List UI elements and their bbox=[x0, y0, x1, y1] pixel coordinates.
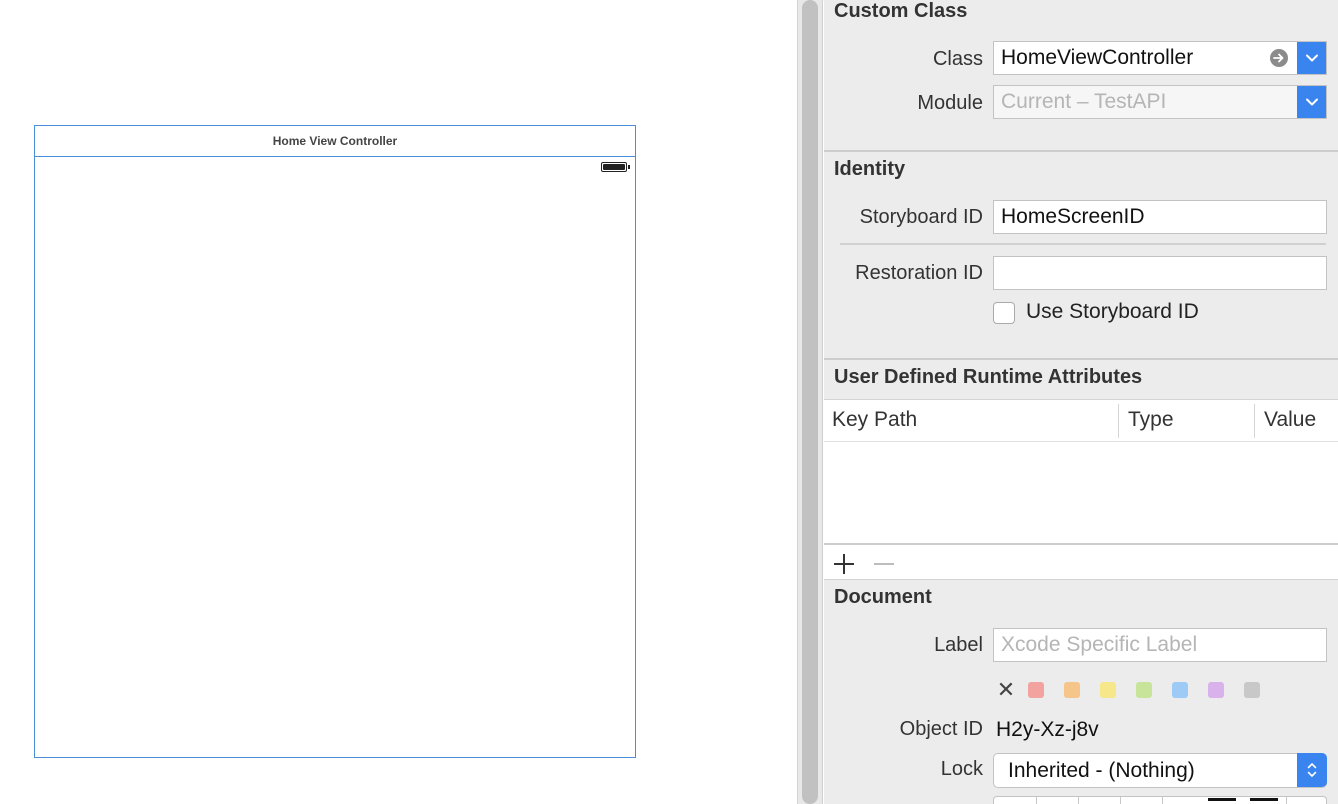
lock-value: Inherited - (Nothing) bbox=[1008, 759, 1195, 782]
xcode-label-field[interactable]: Xcode Specific Label bbox=[993, 628, 1327, 662]
lock-updown-chevron-icon bbox=[1297, 753, 1327, 787]
use-storyboard-id-label[interactable]: Use Storyboard ID bbox=[1026, 300, 1199, 324]
use-storyboard-id-checkbox[interactable] bbox=[993, 302, 1015, 324]
battery-icon bbox=[601, 162, 630, 172]
column-header-value[interactable]: Value bbox=[1264, 400, 1316, 442]
class-label: Class bbox=[932, 48, 983, 70]
split-view-divider[interactable] bbox=[797, 0, 823, 804]
lock-popup-button[interactable]: Inherited - (Nothing) bbox=[993, 753, 1327, 788]
object-id-value: H2y-Xz-j8v bbox=[996, 718, 1099, 741]
section-divider bbox=[824, 150, 1338, 152]
column-header-type[interactable]: Type bbox=[1128, 400, 1174, 442]
home-view-controller-scene[interactable]: Home View Controller bbox=[34, 125, 636, 758]
module-placeholder: Current – TestAPI bbox=[1001, 90, 1167, 113]
remove-attribute-minus-icon[interactable] bbox=[873, 553, 895, 575]
swatch-red[interactable] bbox=[1028, 682, 1044, 698]
restoration-id-field[interactable] bbox=[993, 256, 1327, 290]
add-attribute-plus-icon[interactable] bbox=[833, 553, 855, 575]
label-color-swatches: ✕ bbox=[996, 677, 1280, 702]
go-to-class-arrow-icon[interactable] bbox=[1270, 49, 1288, 67]
segmented-control-partial[interactable] bbox=[993, 796, 1327, 804]
runtime-attributes-table-body[interactable] bbox=[824, 442, 1338, 543]
runtime-attributes-heading: User Defined Runtime Attributes bbox=[834, 366, 1143, 388]
scene-title: Home View Controller bbox=[272, 134, 398, 148]
swatch-purple[interactable] bbox=[1208, 682, 1224, 698]
runtime-attributes-table-footer bbox=[824, 543, 1338, 579]
column-divider[interactable] bbox=[1254, 404, 1255, 438]
column-divider[interactable] bbox=[1118, 404, 1119, 438]
label-label: Label bbox=[934, 634, 983, 656]
swatch-gray[interactable] bbox=[1244, 682, 1260, 698]
scrollbar-thumb[interactable] bbox=[802, 0, 818, 804]
identity-separator bbox=[840, 243, 1326, 245]
clear-color-x-icon[interactable]: ✕ bbox=[996, 677, 1016, 702]
class-dropdown-chevron-icon[interactable] bbox=[1297, 42, 1326, 74]
section-divider bbox=[824, 579, 1338, 580]
runtime-attributes-table-header: Key Path Type Value bbox=[824, 399, 1338, 442]
swatch-blue[interactable] bbox=[1172, 682, 1188, 698]
object-id-label: Object ID bbox=[899, 718, 983, 740]
swatch-orange[interactable] bbox=[1064, 682, 1080, 698]
storyboard-canvas[interactable]: Home View Controller bbox=[0, 0, 800, 804]
module-label: Module bbox=[917, 92, 983, 114]
storyboard-id-value: HomeScreenID bbox=[1001, 205, 1145, 228]
lock-label: Lock bbox=[940, 758, 983, 780]
document-heading: Document bbox=[834, 586, 932, 608]
swatch-green[interactable] bbox=[1136, 682, 1152, 698]
custom-class-heading: Custom Class bbox=[834, 0, 968, 22]
identity-inspector: Custom Class Class HomeViewController Mo… bbox=[824, 0, 1338, 804]
restoration-id-label: Restoration ID bbox=[855, 262, 983, 284]
section-divider bbox=[824, 358, 1338, 360]
xcode-label-placeholder: Xcode Specific Label bbox=[1001, 633, 1198, 656]
class-combo-box[interactable]: HomeViewController bbox=[993, 41, 1327, 75]
swatch-yellow[interactable] bbox=[1100, 682, 1116, 698]
class-value: HomeViewController bbox=[1001, 46, 1194, 69]
identity-heading: Identity bbox=[834, 158, 906, 180]
column-header-key-path[interactable]: Key Path bbox=[832, 400, 917, 442]
scene-title-bar[interactable]: Home View Controller bbox=[35, 126, 635, 157]
module-dropdown-chevron-icon[interactable] bbox=[1297, 86, 1326, 118]
storyboard-id-label: Storyboard ID bbox=[859, 206, 983, 228]
module-combo-box[interactable]: Current – TestAPI bbox=[993, 85, 1327, 119]
storyboard-id-field[interactable]: HomeScreenID bbox=[993, 200, 1327, 234]
